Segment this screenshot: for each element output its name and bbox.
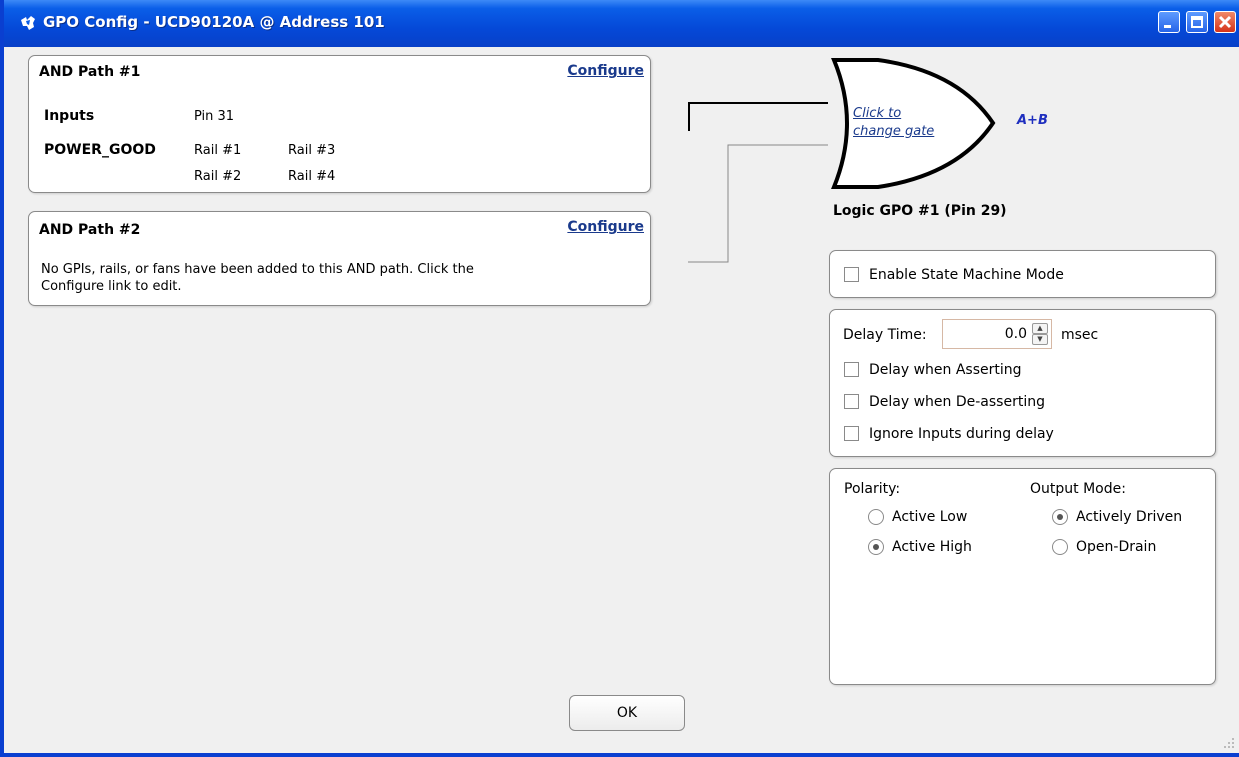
resize-grip-icon[interactable]	[1223, 737, 1235, 749]
change-gate-link-line[interactable]: change gate	[853, 123, 934, 141]
maximize-icon	[1191, 16, 1203, 28]
delay-asserting-checkbox[interactable]	[844, 362, 859, 377]
change-gate-link-line[interactable]: Click to	[853, 105, 934, 123]
delay-panel: Delay Time: 0.0 ▲ ▼ msec Delay when Asse…	[829, 309, 1216, 457]
delay-deasserting-checkbox[interactable]	[844, 394, 859, 409]
window-title: GPO Config - UCD90120A @ Address 101	[43, 13, 385, 31]
active-low-radio[interactable]	[868, 509, 884, 525]
state-machine-label[interactable]: Enable State Machine Mode	[869, 267, 1064, 283]
delay-deasserting-label[interactable]: Delay when De-asserting	[869, 394, 1045, 410]
ti-logo-icon	[21, 16, 35, 30]
client-area: AND Path #1 Configure Inputs Pin 31 POWE…	[8, 47, 1239, 753]
minimize-button[interactable]	[1158, 11, 1180, 33]
delay-time-unit: msec	[1061, 327, 1099, 343]
spinner-down-icon[interactable]: ▼	[1032, 334, 1048, 345]
polarity-output-panel: Polarity: Output Mode: Active Low Active…	[829, 468, 1216, 685]
active-high-radio[interactable]	[868, 539, 884, 555]
actively-driven-radio[interactable]	[1052, 509, 1068, 525]
title-bar[interactable]: GPO Config - UCD90120A @ Address 101	[4, 0, 1239, 47]
ok-button[interactable]: OK	[569, 695, 685, 731]
active-high-label[interactable]: Active High	[892, 539, 972, 555]
delay-time-spinner[interactable]: 0.0 ▲ ▼	[942, 319, 1052, 349]
ignore-inputs-label[interactable]: Ignore Inputs during delay	[869, 426, 1054, 442]
close-button[interactable]	[1214, 11, 1236, 33]
actively-driven-label[interactable]: Actively Driven	[1076, 509, 1182, 525]
spinner-up-icon[interactable]: ▲	[1032, 323, 1048, 334]
polarity-label: Polarity:	[844, 481, 901, 497]
delay-time-value[interactable]: 0.0	[1005, 326, 1027, 342]
maximize-button[interactable]	[1186, 11, 1208, 33]
gpo-config-window: GPO Config - UCD90120A @ Address 101 AND…	[0, 0, 1239, 757]
ignore-inputs-checkbox[interactable]	[844, 426, 859, 441]
delay-time-label: Delay Time:	[843, 327, 927, 343]
gate-diagram	[688, 58, 996, 263]
open-drain-label[interactable]: Open-Drain	[1076, 539, 1156, 555]
state-machine-panel: Enable State Machine Mode	[829, 250, 1216, 298]
active-low-label[interactable]: Active Low	[892, 509, 967, 525]
spinner-buttons: ▲ ▼	[1032, 323, 1048, 345]
state-machine-checkbox[interactable]	[844, 267, 859, 282]
change-gate-link[interactable]: Click to change gate	[853, 105, 934, 141]
close-icon	[1218, 15, 1232, 29]
input-wire-b	[688, 144, 828, 263]
output-mode-label: Output Mode:	[1030, 481, 1126, 497]
open-drain-radio[interactable]	[1052, 539, 1068, 555]
gate-output-label: Logic GPO #1 (Pin 29)	[833, 203, 1007, 219]
minimize-icon	[1164, 25, 1171, 28]
delay-asserting-label[interactable]: Delay when Asserting	[869, 362, 1022, 378]
input-wire-a	[688, 102, 828, 131]
gate-expression: A+B	[1017, 113, 1048, 128]
